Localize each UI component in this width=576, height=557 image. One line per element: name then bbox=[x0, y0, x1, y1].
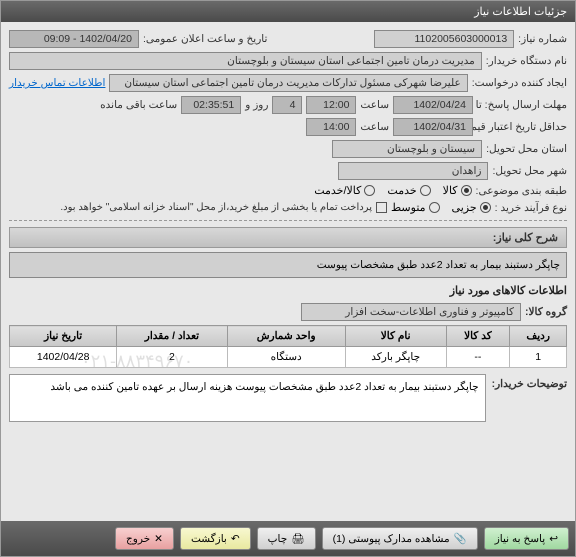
radio-icon bbox=[429, 202, 440, 213]
description-box: چاپگر دستبند بیمار به تعداد 2عدد طبق مشخ… bbox=[9, 252, 567, 278]
print-icon: 🖨 bbox=[291, 532, 304, 545]
cat-service-label: خدمت bbox=[387, 184, 416, 197]
process-group: جزیی متوسط bbox=[391, 201, 491, 214]
cat-goods-label: کالا bbox=[443, 184, 458, 197]
attachments-button[interactable]: 📎 مشاهده مدارک پیوستی (1) bbox=[322, 527, 478, 550]
footer-toolbar: ↩ پاسخ به نیاز 📎 مشاهده مدارک پیوستی (1)… bbox=[1, 521, 575, 556]
cat-goods-option[interactable]: کالا bbox=[443, 184, 472, 197]
day-label: روز و bbox=[245, 99, 268, 111]
need-no-field: 1102005603000013 bbox=[374, 30, 514, 48]
td-code: -- bbox=[446, 347, 510, 368]
buyer-org-field: مدیریت درمان تامین اجتماعی استان سیستان … bbox=[9, 52, 482, 70]
th-code: کد کالا bbox=[446, 326, 510, 347]
radio-icon bbox=[480, 202, 491, 213]
goods-table: ردیف کد کالا نام کالا واحد شمارش تعداد /… bbox=[9, 325, 567, 368]
payment-note: پرداخت تمام یا بخشی از مبلغ خرید،از محل … bbox=[60, 202, 372, 213]
process-medium-option[interactable]: متوسط bbox=[391, 201, 440, 214]
divider bbox=[9, 220, 567, 221]
deadline-time: 12:00 bbox=[306, 96, 356, 114]
validity-date: 1402/04/31 bbox=[393, 118, 473, 136]
title-bar: جزئیات اطلاعات نیاز bbox=[1, 1, 575, 22]
time-label-1: ساعت bbox=[360, 99, 389, 111]
process-partial-option[interactable]: جزیی bbox=[452, 201, 491, 214]
th-date: تاریخ نیاز bbox=[10, 326, 117, 347]
process-partial-label: جزیی bbox=[452, 201, 477, 214]
close-icon: ✕ bbox=[154, 533, 163, 545]
th-unit: واحد شمارش bbox=[227, 326, 345, 347]
validity-time: 14:00 bbox=[306, 118, 356, 136]
city-label: شهر محل تحویل: bbox=[492, 165, 567, 177]
group-field: کامپیوتر و فناوری اطلاعات-سخت افزار bbox=[301, 303, 521, 321]
th-qty: تعداد / مقدار bbox=[117, 326, 227, 347]
back-label: بازگشت bbox=[191, 533, 227, 545]
window-title: جزئیات اطلاعات نیاز bbox=[474, 5, 567, 18]
deadline-label: مهلت ارسال پاسخ: تا تاریخ: bbox=[477, 99, 567, 111]
th-name: نام کالا bbox=[345, 326, 446, 347]
attachment-icon: 📎 bbox=[454, 532, 467, 545]
exit-button[interactable]: ✕ خروج bbox=[115, 527, 174, 550]
subject-cat-group: کالا خدمت کالا/خدمت bbox=[314, 184, 471, 197]
th-row: ردیف bbox=[510, 326, 567, 347]
attachments-label: مشاهده مدارک پیوستی (1) bbox=[333, 533, 450, 545]
back-button[interactable]: ↶ بازگشت bbox=[180, 527, 251, 550]
goods-info-title: اطلاعات کالاهای مورد نیاز bbox=[9, 284, 567, 297]
announce-label: تاریخ و ساعت اعلان عمومی: bbox=[143, 33, 267, 45]
respond-button[interactable]: ↩ پاسخ به نیاز bbox=[484, 527, 569, 550]
buyer-note-section: توضیحات خریدار: چاپگر دستبند بیمار به تع… bbox=[9, 374, 567, 422]
buyer-org-label: نام دستگاه خریدار: bbox=[486, 55, 567, 67]
radio-icon bbox=[364, 185, 375, 196]
buyer-note-box: چاپگر دستبند بیمار به تعداد 2عدد طبق مشخ… bbox=[9, 374, 486, 422]
cat-both-label: کالا/خدمت bbox=[314, 184, 361, 197]
time-left: 02:35:51 bbox=[181, 96, 241, 114]
group-label: گروه کالا: bbox=[525, 306, 567, 318]
announce-field: 1402/04/20 - 09:09 bbox=[9, 30, 139, 48]
province-label: استان محل تحویل: bbox=[486, 143, 567, 155]
exit-label: خروج bbox=[126, 533, 150, 545]
respond-label: پاسخ به نیاز bbox=[495, 533, 545, 545]
time-label-2: ساعت bbox=[360, 121, 389, 133]
cat-both-option[interactable]: کالا/خدمت bbox=[314, 184, 375, 197]
td-qty: 2 bbox=[117, 347, 227, 368]
city-field: زاهدان bbox=[338, 162, 488, 180]
province-field: سیستان و بلوچستان bbox=[332, 140, 482, 158]
description-header: شرح کلی نیاز: bbox=[9, 227, 567, 248]
process-medium-label: متوسط bbox=[391, 201, 426, 214]
buyer-note-label: توضیحات خریدار: bbox=[492, 374, 567, 390]
treasury-checkbox[interactable] bbox=[376, 202, 387, 213]
table-row[interactable]: 1 -- چاپگر بارکد دستگاه 2 1402/04/28 bbox=[10, 347, 567, 368]
days-left: 4 bbox=[272, 96, 302, 114]
print-label: چاپ bbox=[268, 533, 288, 545]
remaining-label: ساعت باقی مانده bbox=[100, 99, 177, 111]
print-button[interactable]: 🖨 چاپ bbox=[257, 527, 316, 550]
requester-field: علیرضا شهرکی مسئول تدارکات مدیریت درمان … bbox=[109, 74, 467, 92]
back-icon: ↶ bbox=[231, 533, 240, 545]
td-unit: دستگاه bbox=[227, 347, 345, 368]
validity-label: حداقل تاریخ اعتبار قیمت: تا تاریخ: bbox=[477, 121, 567, 133]
subject-cat-label: طبقه بندی موضوعی: bbox=[476, 185, 567, 197]
radio-icon bbox=[461, 185, 472, 196]
td-date: 1402/04/28 bbox=[10, 347, 117, 368]
cat-service-option[interactable]: خدمت bbox=[387, 184, 430, 197]
td-name: چاپگر بارکد bbox=[345, 347, 446, 368]
deadline-date: 1402/04/24 bbox=[393, 96, 473, 114]
radio-icon bbox=[420, 185, 431, 196]
details-window: جزئیات اطلاعات نیاز شماره نیاز: 11020056… bbox=[0, 0, 576, 557]
content-area: شماره نیاز: 1102005603000013 تاریخ و ساع… bbox=[1, 22, 575, 430]
table-header-row: ردیف کد کالا نام کالا واحد شمارش تعداد /… bbox=[10, 326, 567, 347]
process-label: نوع فرآیند خرید : bbox=[495, 202, 567, 214]
requester-label: ایجاد کننده درخواست: bbox=[472, 77, 567, 89]
contact-link[interactable]: اطلاعات تماس خریدار bbox=[9, 77, 105, 89]
td-row: 1 bbox=[510, 347, 567, 368]
reply-icon: ↩ bbox=[549, 533, 558, 545]
need-no-label: شماره نیاز: bbox=[518, 33, 567, 45]
